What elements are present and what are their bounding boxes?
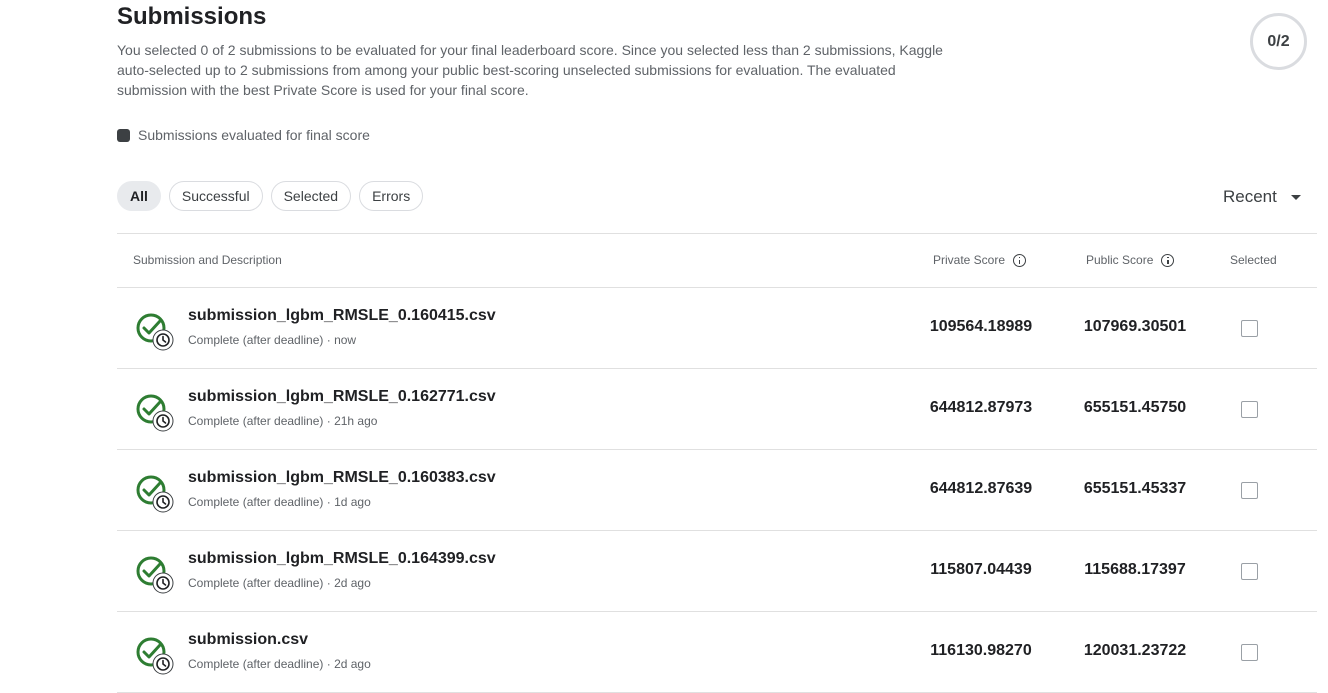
check-clock-icon [136, 637, 174, 675]
selected-checkbox[interactable] [1241, 401, 1258, 418]
selected-checkbox[interactable] [1241, 482, 1258, 499]
submission-filename[interactable]: submission_lgbm_RMSLE_0.162771.csv [188, 388, 496, 406]
submissions-description: You selected 0 of 2 submissions to be ev… [117, 42, 943, 98]
selected-checkbox[interactable] [1241, 563, 1258, 580]
table-header: Submission and Description Private Score… [117, 234, 1317, 288]
selection-counter: 0/2 [1250, 13, 1307, 70]
public-score: 115688.17397 [1084, 561, 1186, 578]
private-score: 115807.04439 [930, 561, 1032, 578]
filter-all[interactable]: All [117, 181, 161, 211]
table-row[interactable]: submission_lgbm_RMSLE_0.164399.csv Compl… [117, 531, 1317, 612]
legend-swatch [117, 128, 130, 142]
sort-label: Recent [1223, 187, 1277, 206]
submission-filename[interactable]: submission_lgbm_RMSLE_0.164399.csv [188, 550, 496, 568]
check-clock-icon [136, 556, 174, 594]
page-title: Submissions [117, 3, 267, 30]
header-selected: Selected [1230, 253, 1277, 267]
header-private-score: Private Score [933, 253, 1027, 267]
header-submission-label: Submission and Description [133, 253, 282, 267]
private-score: 644812.87639 [929, 480, 1033, 497]
submission-filename[interactable]: submission.csv [188, 631, 308, 649]
filter-selected[interactable]: Selected [270, 181, 352, 211]
private-score: 109564.18989 [929, 318, 1033, 335]
header-private-label: Private Score [933, 253, 1006, 267]
check-clock-icon [136, 475, 174, 513]
table-row[interactable]: submission_lgbm_RMSLE_0.160383.csv Compl… [117, 450, 1317, 531]
info-icon[interactable] [1161, 253, 1175, 267]
table-row[interactable]: submission_lgbm_RMSLE_0.162771.csv Compl… [117, 369, 1317, 450]
header-public-score: Public Score [1086, 253, 1175, 267]
check-clock-icon [136, 394, 174, 432]
check-clock-icon [136, 313, 174, 351]
filter-chips: All Successful Selected Errors [117, 181, 424, 211]
header-selected-label: Selected [1230, 253, 1277, 267]
legend: Submissions evaluated for final score [117, 127, 370, 143]
public-score: 120031.23722 [1083, 642, 1187, 659]
public-score: 107969.30501 [1083, 318, 1187, 335]
header-submission: Submission and Description [133, 253, 282, 267]
sort-dropdown[interactable]: Recent [1223, 187, 1301, 207]
public-score: 655151.45337 [1083, 480, 1187, 497]
filter-errors[interactable]: Errors [359, 181, 424, 211]
filter-successful[interactable]: Successful [168, 181, 263, 211]
private-score: 644812.87973 [929, 399, 1033, 416]
submission-meta: Complete (after deadline) · 2d ago [188, 576, 371, 590]
legend-label: Submissions evaluated for final score [138, 127, 370, 143]
submission-filename[interactable]: submission_lgbm_RMSLE_0.160383.csv [188, 469, 496, 487]
submission-meta: Complete (after deadline) · now [188, 333, 357, 347]
submission-filename[interactable]: submission_lgbm_RMSLE_0.160415.csv [188, 307, 496, 325]
info-icon[interactable] [1013, 253, 1027, 267]
caret-down-icon [1290, 194, 1301, 200]
submission-meta: Complete (after deadline) · 1d ago [188, 495, 371, 509]
selected-checkbox[interactable] [1241, 644, 1258, 661]
header-public-label: Public Score [1086, 253, 1154, 267]
public-score: 655151.45750 [1083, 399, 1187, 416]
private-score: 116130.98270 [930, 642, 1032, 659]
submissions-table: Submission and Description Private Score… [117, 233, 1317, 693]
table-row[interactable]: submission.csv Complete (after deadline)… [117, 612, 1317, 693]
selected-checkbox[interactable] [1241, 320, 1258, 337]
table-row[interactable]: submission_lgbm_RMSLE_0.160415.csv Compl… [117, 288, 1317, 369]
submission-meta: Complete (after deadline) · 21h ago [188, 414, 378, 428]
